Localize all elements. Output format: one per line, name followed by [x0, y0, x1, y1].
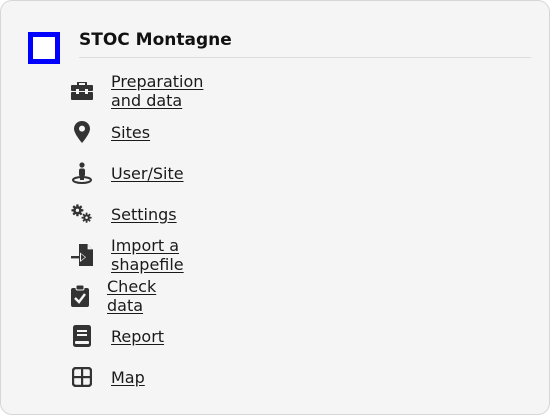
menu-link-label[interactable]: Map	[111, 368, 145, 387]
menu-link-label[interactable]: Sites	[111, 123, 150, 142]
menu-link-label[interactable]: User/Site	[111, 164, 184, 183]
menu-link-label[interactable]: Settings	[111, 205, 177, 224]
menu-link-label[interactable]: Check data	[107, 277, 160, 315]
menu-item-sites[interactable]: Sites	[71, 120, 150, 144]
app-logo-icon	[28, 32, 60, 64]
title-divider	[79, 57, 531, 58]
panel-title: STOC Montagne	[79, 30, 232, 50]
book-icon	[71, 325, 93, 347]
menu-item-user-site[interactable]: User/Site	[71, 161, 184, 185]
menu-item-check-data[interactable]: Check data	[71, 277, 160, 315]
menu-item-settings[interactable]: Settings	[71, 202, 177, 226]
map-marker-icon	[71, 121, 93, 143]
toolbox-icon	[71, 80, 93, 102]
file-import-icon	[71, 244, 93, 266]
gears-icon	[71, 203, 93, 225]
user-location-icon	[71, 162, 93, 184]
grid-map-icon	[71, 366, 93, 388]
menu-item-preparation-and-data[interactable]: Preparation and data	[71, 72, 203, 110]
menu-link-label[interactable]: Import a shapefile	[111, 236, 184, 274]
menu-panel: STOC Montagne Preparation and data Sites…	[0, 0, 550, 415]
menu-item-map[interactable]: Map	[71, 365, 145, 389]
menu-item-report[interactable]: Report	[71, 324, 164, 348]
menu-link-label[interactable]: Preparation and data	[111, 72, 203, 110]
menu-link-label[interactable]: Report	[111, 327, 164, 346]
clipboard-check-icon	[71, 285, 89, 307]
menu-item-import-shapefile[interactable]: Import a shapefile	[71, 236, 184, 274]
